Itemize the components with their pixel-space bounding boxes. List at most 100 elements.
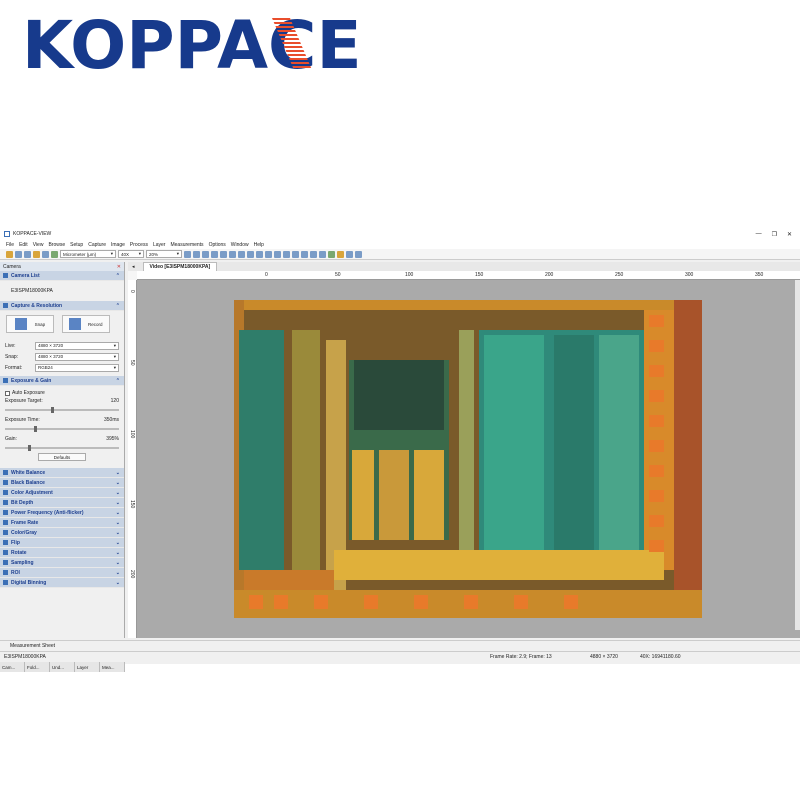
tab-layer[interactable]: Layer — [75, 662, 100, 672]
menu-view[interactable]: View — [33, 242, 44, 248]
menu-capture[interactable]: Capture — [88, 242, 106, 248]
sheet-icon[interactable] — [346, 250, 353, 258]
save-all-icon[interactable] — [24, 250, 31, 258]
section-rotate[interactable]: Rotate ⌄ — [0, 548, 124, 558]
polygon-icon[interactable] — [283, 250, 290, 258]
section-roi[interactable]: ROI ⌄ — [0, 568, 124, 578]
compare-icon[interactable] — [51, 250, 58, 258]
unit-select[interactable]: Micrometer (μm) ▾ — [60, 250, 116, 258]
perpendicular-icon[interactable] — [238, 250, 245, 258]
save-icon[interactable] — [15, 250, 22, 258]
collapse-icon[interactable]: ⌃ — [116, 378, 120, 384]
zoom-select[interactable]: 20% ▾ — [146, 250, 182, 258]
exposure-time-slider[interactable] — [5, 426, 119, 432]
exposure-target-slider[interactable] — [5, 407, 119, 413]
expand-icon[interactable]: ⌄ — [116, 490, 120, 496]
exposure-section[interactable]: Exposure & Gain ⌃ — [0, 376, 124, 386]
curve-icon[interactable] — [292, 250, 299, 258]
section-color-adjustment[interactable]: Color Adjustment ⌄ — [0, 488, 124, 498]
close-icon[interactable]: ✕ — [117, 264, 121, 270]
collapse-icon[interactable]: ⌃ — [116, 303, 120, 309]
angle-icon[interactable] — [202, 250, 209, 258]
expand-icon[interactable]: ⌄ — [116, 560, 120, 566]
tab-camera[interactable]: Cam... — [0, 662, 25, 672]
menu-layer[interactable]: Layer — [153, 242, 166, 248]
tab-measurement[interactable]: Mea... — [100, 662, 125, 672]
format-select[interactable]: RGB24 ▾ — [35, 363, 119, 372]
image-canvas[interactable] — [137, 280, 800, 638]
expand-icon[interactable]: ⌄ — [116, 480, 120, 486]
menu-image[interactable]: Image — [111, 242, 125, 248]
collapse-icon[interactable]: ⌃ — [116, 273, 120, 279]
menu-process[interactable]: Process — [130, 242, 148, 248]
folder-icon[interactable] — [33, 250, 40, 258]
slider-knob[interactable] — [50, 407, 54, 413]
arrow-icon[interactable] — [310, 250, 317, 258]
record-button[interactable]: Record — [62, 315, 110, 333]
parallel-icon[interactable] — [220, 250, 227, 258]
hand-icon[interactable] — [184, 250, 191, 258]
defaults-button[interactable]: Defaults — [38, 453, 86, 461]
expand-icon[interactable]: ⌄ — [116, 550, 120, 556]
annulus-icon[interactable] — [274, 250, 281, 258]
tab-folders[interactable]: Fold... — [25, 662, 50, 672]
ruler-icon[interactable] — [229, 250, 236, 258]
snap-button[interactable]: Snap — [6, 315, 54, 333]
expand-icon[interactable]: ⌄ — [116, 500, 120, 506]
vertical-scrollbar[interactable] — [795, 280, 800, 630]
layout-icon[interactable] — [355, 250, 362, 258]
expand-icon[interactable]: ⌄ — [116, 540, 120, 546]
auto-exposure-checkbox[interactable] — [5, 390, 10, 396]
minimize-button[interactable]: — — [756, 231, 762, 238]
expand-icon[interactable]: ⌄ — [116, 520, 120, 526]
pointer-icon[interactable] — [193, 250, 200, 258]
ellipse-icon[interactable] — [256, 250, 263, 258]
expand-icon[interactable]: ⌄ — [116, 510, 120, 516]
line-icon[interactable] — [211, 250, 218, 258]
slider-knob[interactable] — [33, 426, 37, 432]
section-bit-depth[interactable]: Bit Depth ⌄ — [0, 498, 124, 508]
capture-section[interactable]: Capture & Resolution ⌃ — [0, 301, 124, 311]
live-resolution-select[interactable]: 4880 × 3720 ▾ — [35, 341, 119, 350]
calibrate-icon[interactable] — [328, 250, 335, 258]
snap-resolution-select[interactable]: 4880 × 3720 ▾ — [35, 352, 119, 361]
section-flip[interactable]: Flip ⌄ — [0, 538, 124, 548]
section-frame-rate[interactable]: Frame Rate ⌄ — [0, 518, 124, 528]
text-icon[interactable] — [301, 250, 308, 258]
video-tab[interactable]: Video [E3ISPM18000KPA] — [142, 261, 218, 272]
menu-browse[interactable]: Browse — [48, 242, 65, 248]
camera-device-item[interactable]: E3ISPM18000KPA — [5, 284, 119, 298]
section-black-balance[interactable]: Black Balance ⌄ — [0, 478, 124, 488]
export-icon[interactable] — [337, 250, 344, 258]
section-sampling[interactable]: Sampling ⌄ — [0, 558, 124, 568]
magnification-select[interactable]: 40X ▾ — [118, 250, 144, 258]
maximize-button[interactable]: ❐ — [772, 231, 777, 238]
camera-list-section[interactable]: Camera List ⌃ — [0, 271, 124, 281]
menu-window[interactable]: Window — [231, 242, 249, 248]
menu-measurements[interactable]: Measurements — [170, 242, 203, 248]
tab-undo[interactable]: Und... — [50, 662, 75, 672]
circle-icon[interactable] — [265, 250, 272, 258]
menu-options[interactable]: Options — [209, 242, 226, 248]
pin-icon[interactable]: ◂ — [132, 264, 135, 270]
expand-icon[interactable]: ⌄ — [116, 580, 120, 586]
section-digital-binning[interactable]: Digital Binning ⌄ — [0, 578, 124, 588]
open-icon[interactable] — [6, 250, 13, 258]
close-button[interactable]: ✕ — [787, 231, 792, 238]
slider-knob[interactable] — [27, 445, 31, 451]
menu-help[interactable]: Help — [254, 242, 264, 248]
expand-icon[interactable]: ⌄ — [116, 470, 120, 476]
gain-slider[interactable] — [5, 445, 119, 451]
menu-file[interactable]: File — [6, 242, 14, 248]
section-color-gray[interactable]: Color/Gray ⌄ — [0, 528, 124, 538]
section-power-frequency-anti-flicker[interactable]: Power Frequency (Anti-flicker) ⌄ — [0, 508, 124, 518]
section-white-balance[interactable]: White Balance ⌄ — [0, 468, 124, 478]
scale-bar-icon[interactable] — [319, 250, 326, 258]
measurement-sheet-tab[interactable]: Measurement Sheet — [0, 640, 800, 650]
rectangle-icon[interactable] — [247, 250, 254, 258]
menu-edit[interactable]: Edit — [19, 242, 28, 248]
expand-icon[interactable]: ⌄ — [116, 530, 120, 536]
expand-icon[interactable]: ⌄ — [116, 570, 120, 576]
menu-setup[interactable]: Setup — [70, 242, 83, 248]
image-icon[interactable] — [42, 250, 49, 258]
